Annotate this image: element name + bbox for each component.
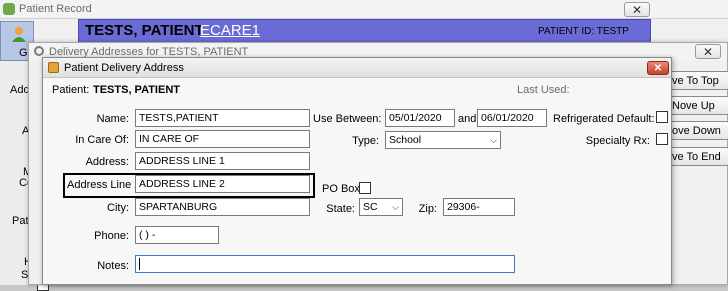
use-between-label: Use Between: <box>313 113 382 125</box>
state-select-value: SC <box>363 201 378 213</box>
in-care-of-label: In Care Of: <box>75 134 129 146</box>
patient-record-title: Patient Record <box>19 3 92 15</box>
name-field[interactable]: TESTS,PATIENT <box>135 109 310 127</box>
chevron-down-icon: ⌵ <box>392 202 399 212</box>
move-up-button[interactable]: Nove Up <box>669 96 728 115</box>
name-label: Name: <box>96 113 129 125</box>
po-box-label: PO Box: <box>322 183 363 195</box>
delivery-addresses-close-button[interactable]: ✕ <box>695 44 721 59</box>
patient-delivery-address-dialog: Patient Delivery Address ✕ Patient: TEST… <box>42 57 672 285</box>
refrigerated-default-checkbox[interactable] <box>656 111 668 123</box>
patient-label: Patient: <box>52 84 90 96</box>
state-label: State: <box>326 203 355 215</box>
chevron-down-icon: ⌵ <box>490 135 497 145</box>
use-start-date-field[interactable]: 05/01/2020 <box>385 109 455 127</box>
ecare-link[interactable]: ECARE1 <box>200 22 260 39</box>
dialog-app-icon <box>48 62 59 73</box>
city-label: City: <box>107 202 129 214</box>
move-to-end-button[interactable]: ve To End <box>669 147 728 166</box>
address-line-2-label: Address Line 2: <box>67 179 144 191</box>
address-label: Address: <box>85 156 129 168</box>
city-field[interactable]: SPARTANBURG <box>135 198 310 216</box>
notes-label: Notes: <box>97 260 129 272</box>
specialty-rx-checkbox[interactable] <box>656 133 668 145</box>
user-icon <box>12 26 26 42</box>
banner-patient-name: TESTS, PATIENT <box>85 22 204 39</box>
zip-label: Zip: <box>418 203 437 215</box>
phone-field[interactable]: ( ) - <box>135 226 219 244</box>
app-icon <box>3 3 15 15</box>
and-label: and <box>458 113 477 125</box>
patient-record-close-button[interactable]: ✕ <box>624 2 650 17</box>
type-select[interactable]: School ⌵ <box>385 131 501 149</box>
zip-field[interactable]: 29306- <box>443 198 515 216</box>
type-select-value: School <box>389 134 422 146</box>
patient-value: TESTS, PATIENT <box>93 84 180 96</box>
patient-id: PATIENT ID: TESTP <box>538 26 629 37</box>
patient-banner: TESTS, PATIENT ECARE1 PATIENT ID: TESTP <box>78 19 651 43</box>
last-used-label: Last Used: <box>517 84 570 96</box>
state-select[interactable]: SC ⌵ <box>359 198 403 216</box>
search-icon <box>34 46 44 56</box>
use-end-date-field[interactable]: 06/01/2020 <box>477 109 547 127</box>
phone-label: Phone: <box>94 230 129 242</box>
in-care-of-field[interactable]: IN CARE OF <box>135 130 310 148</box>
address-field[interactable]: ADDRESS LINE 1 <box>135 152 310 170</box>
notes-field[interactable] <box>135 255 515 273</box>
dialog-titlebar: Patient Delivery Address ✕ <box>43 58 671 78</box>
specialty-rx-label: Specialty Rx: <box>585 135 650 147</box>
dialog-title: Patient Delivery Address <box>64 62 184 74</box>
type-label: Type: <box>352 135 379 147</box>
address-line-2-field[interactable]: ADDRESS LINE 2 <box>135 175 310 193</box>
refrigerated-default-label: Refrigerated Default: <box>553 113 655 125</box>
notes-cursor <box>139 258 140 270</box>
move-to-top-button[interactable]: ve To Top <box>669 71 728 90</box>
dialog-close-button[interactable]: ✕ <box>647 61 669 75</box>
po-box-checkbox[interactable] <box>359 182 371 194</box>
move-down-button[interactable]: ove Down <box>669 121 728 140</box>
patient-record-titlebar: Patient Record ✕ <box>0 0 728 19</box>
